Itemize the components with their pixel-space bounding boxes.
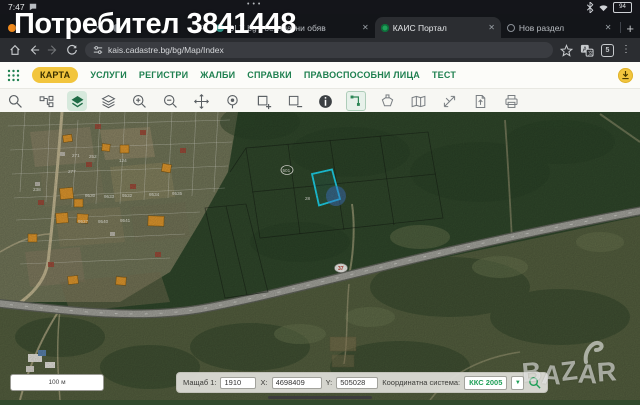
search-icon[interactable] bbox=[5, 91, 25, 111]
svg-text:文: 文 bbox=[588, 48, 594, 56]
menu-item-spravki[interactable]: СПРАВКИ bbox=[247, 70, 292, 80]
back-button[interactable] bbox=[28, 44, 40, 56]
map-sheets-icon[interactable] bbox=[408, 91, 428, 111]
menu-item-karta[interactable]: КАРТА bbox=[32, 67, 78, 83]
user-watermark: Потребител 3841448 bbox=[14, 8, 296, 41]
print-icon[interactable] bbox=[501, 91, 521, 111]
export-page-icon[interactable] bbox=[470, 91, 490, 111]
y-label: Y: bbox=[326, 378, 333, 387]
bazar-letter: A bbox=[577, 359, 598, 391]
menu-item-registri[interactable]: РЕГИСТРИ bbox=[139, 70, 188, 80]
tab-new-close-icon[interactable]: ✕ bbox=[605, 23, 612, 32]
layers-visible-icon[interactable] bbox=[67, 91, 87, 111]
menu-item-test[interactable]: ТЕСТ bbox=[432, 70, 456, 80]
tab-new-favicon bbox=[507, 24, 515, 32]
pan-icon[interactable] bbox=[191, 91, 211, 111]
bazar-watermark: BAZAR bbox=[522, 342, 632, 388]
url-text: kais.cadastre.bg/bg/Map/Index bbox=[108, 45, 224, 55]
bazar-letter: R bbox=[596, 356, 618, 388]
tab-divider bbox=[620, 22, 621, 33]
zoom-in-icon[interactable] bbox=[129, 91, 149, 111]
crs-label: Координатна система: bbox=[382, 378, 460, 387]
new-tab-button[interactable]: + bbox=[626, 22, 634, 35]
zoom-out-icon[interactable] bbox=[160, 91, 180, 111]
object-tree-icon[interactable] bbox=[36, 91, 56, 111]
gesture-navigation-pill[interactable] bbox=[268, 396, 372, 399]
measure-line-icon[interactable] bbox=[346, 91, 366, 111]
scale-label: Мащаб 1: bbox=[183, 378, 216, 387]
bookmark-star-icon[interactable] bbox=[560, 44, 573, 57]
measure-area-icon[interactable] bbox=[377, 91, 397, 111]
battery-icon: 94 bbox=[613, 2, 632, 13]
collapse-menu-button[interactable] bbox=[618, 68, 633, 83]
scale-bar: 100 м bbox=[10, 374, 104, 391]
menu-item-zhalbi[interactable]: ЖАЛБИ bbox=[200, 70, 235, 80]
menu-item-uslugi[interactable]: УСЛУГИ bbox=[90, 70, 127, 80]
tab-new[interactable]: Нов раздел ✕ bbox=[501, 17, 618, 38]
translate-icon[interactable]: A文 bbox=[580, 44, 594, 57]
info-icon[interactable] bbox=[315, 91, 335, 111]
bazar-letters: BAZAR bbox=[522, 357, 617, 388]
tab-kais-close-icon[interactable]: ✕ bbox=[488, 23, 495, 32]
apps-grid-icon[interactable] bbox=[7, 69, 20, 82]
tab-olx-close-icon[interactable]: ✕ bbox=[362, 23, 369, 32]
menu-item-pravosposobni-litsa[interactable]: ПРАВОСПОСОБНИ ЛИЦА bbox=[304, 70, 420, 80]
home-button[interactable] bbox=[9, 44, 21, 56]
transform-arrows-icon[interactable] bbox=[439, 91, 459, 111]
download-arrow-icon bbox=[621, 70, 630, 80]
portal-menu-bar: КАРТА УСЛУГИ РЕГИСТРИ ЖАЛБИ СПРАВКИ ПРАВ… bbox=[0, 62, 640, 89]
tab-kais-active[interactable]: КАИС Портал ✕ bbox=[375, 17, 501, 38]
x-input[interactable] bbox=[272, 377, 322, 389]
bazar-letter: A bbox=[540, 359, 562, 391]
zoom-box-in-icon[interactable] bbox=[253, 91, 273, 111]
locate-icon[interactable] bbox=[222, 91, 242, 111]
url-bar: kais.cadastre.bg/bg/Map/Index A文 5 ⋮ bbox=[0, 38, 640, 62]
map-toolbar bbox=[0, 89, 640, 114]
scale-input[interactable] bbox=[220, 377, 256, 389]
bluetooth-icon bbox=[586, 2, 594, 13]
crs-select[interactable]: ККС 2005 bbox=[464, 376, 507, 390]
zoom-box-out-icon[interactable] bbox=[284, 91, 304, 111]
bazar-letter: Z bbox=[559, 355, 579, 388]
tab-switcher-button[interactable]: 5 bbox=[601, 44, 614, 57]
coordinate-panel: Мащаб 1: X: Y: Координатна система: ККС … bbox=[176, 372, 548, 393]
omnibox[interactable]: kais.cadastre.bg/bg/Map/Index bbox=[85, 42, 553, 58]
page-info-tune-icon[interactable] bbox=[93, 45, 103, 55]
reload-button[interactable] bbox=[66, 44, 78, 56]
bazar-letter: B bbox=[521, 356, 543, 389]
browser-menu-button[interactable]: ⋮ bbox=[621, 45, 631, 55]
forward-button[interactable] bbox=[47, 44, 59, 56]
tab-kais-favicon bbox=[381, 24, 389, 32]
x-label: X: bbox=[260, 378, 267, 387]
y-input[interactable] bbox=[336, 377, 378, 389]
wifi-icon bbox=[598, 3, 609, 12]
camera-cutout-dots: ••• bbox=[247, 1, 263, 8]
layers-icon[interactable] bbox=[98, 91, 118, 111]
